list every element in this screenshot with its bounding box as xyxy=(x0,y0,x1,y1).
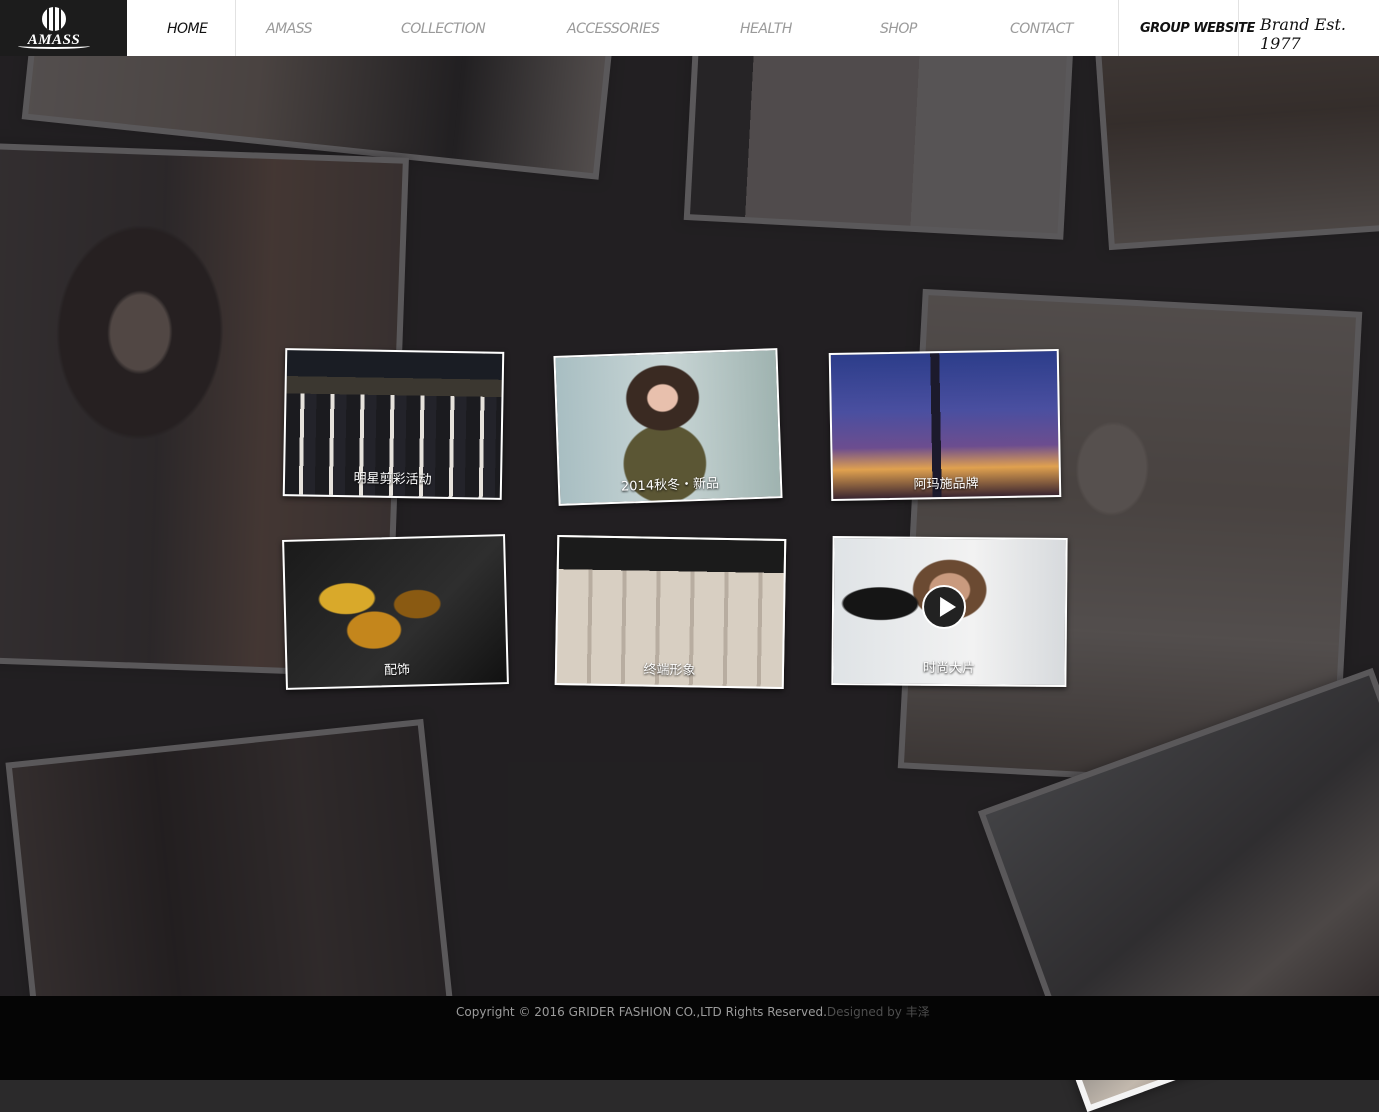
nav-divider xyxy=(1238,0,1239,56)
tile-caption: 终端形象 xyxy=(643,662,696,679)
nav-health[interactable]: HEALTH xyxy=(740,0,792,56)
top-navigation: AMASS HOME AMASS COLLECTION ACCESSORIES … xyxy=(0,0,1379,56)
tile-caption: 2014秋冬・新品 xyxy=(620,476,720,495)
nav-accessories[interactable]: ACCESSORIES xyxy=(567,0,660,56)
tile-caption: 阿玛施品牌 xyxy=(913,476,979,493)
nav-divider xyxy=(1118,0,1119,56)
dark-overlay xyxy=(0,56,1379,996)
designer-credit: Designed by 丰泽 xyxy=(826,1005,930,1019)
tile-celebrity-event[interactable]: 明星剪彩活动 xyxy=(282,348,505,500)
logo-swoosh xyxy=(18,43,90,49)
tile-caption: 明星剪彩活动 xyxy=(353,471,432,488)
tile-caption: 时尚大片 xyxy=(922,660,976,677)
copyright-text: Copyright © 2016 GRIDER FASHION CO.,LTD … xyxy=(456,1005,827,1019)
copyright-line: Copyright © 2016 GRIDER FASHION CO.,LTD … xyxy=(456,1003,930,1020)
nav-divider xyxy=(235,0,236,56)
nav-shop[interactable]: SHOP xyxy=(880,0,917,56)
logo-emblem-icon xyxy=(42,7,66,31)
tile-fashion-video[interactable]: 时尚大片 xyxy=(831,535,1068,688)
nav-home[interactable]: HOME xyxy=(167,0,208,56)
tile-aw2014-collection[interactable]: 2014秋冬・新品 xyxy=(553,348,783,506)
nav-collection[interactable]: COLLECTION xyxy=(401,0,486,56)
tile-brand[interactable]: 阿玛施品牌 xyxy=(828,349,1062,501)
footer: Copyright © 2016 GRIDER FASHION CO.,LTD … xyxy=(0,996,1379,1080)
brand-established: Brand Est. 1977 xyxy=(1260,15,1346,53)
nav-contact[interactable]: CONTACT xyxy=(1010,0,1073,56)
play-icon[interactable] xyxy=(921,584,967,630)
tile-caption: 配饰 xyxy=(383,662,411,679)
logo[interactable]: AMASS xyxy=(0,0,127,56)
tile-store-image[interactable]: 终端形象 xyxy=(554,535,787,689)
tile-accessories[interactable]: 配饰 xyxy=(282,534,509,690)
nav-amass[interactable]: AMASS xyxy=(266,0,313,56)
